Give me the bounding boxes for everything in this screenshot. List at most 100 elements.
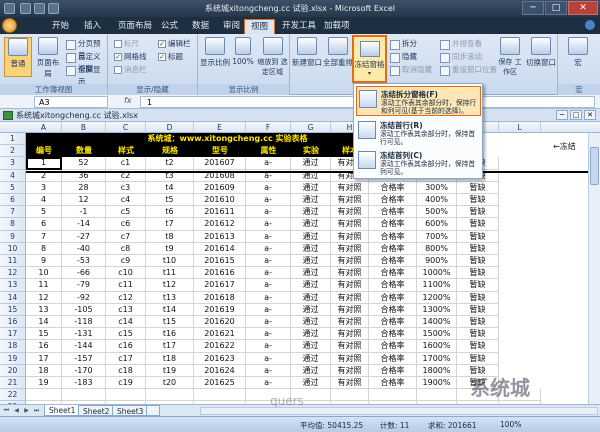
row-header[interactable]: 14 (0, 291, 26, 304)
table-cell[interactable]: 201616 (194, 267, 246, 280)
table-cell[interactable]: 暂缺 (457, 340, 499, 353)
table-cell[interactable]: t20 (146, 377, 194, 390)
table-cell[interactable]: 合格率 (369, 206, 417, 219)
table-cell[interactable]: -79 (62, 279, 106, 292)
table-cell[interactable]: 1900% (417, 377, 457, 390)
table-cell[interactable]: 有对照 (331, 218, 369, 231)
row-header[interactable]: 6 (0, 194, 26, 207)
table-cell[interactable]: 合格率 (369, 291, 417, 304)
office-button[interactable] (2, 18, 17, 33)
table-cell[interactable]: a- (246, 279, 291, 292)
table-cell[interactable]: 暂缺 (457, 291, 499, 304)
table-cell[interactable]: a- (246, 230, 291, 243)
table-cell[interactable]: 7 (26, 230, 62, 243)
freeze-panes-button[interactable]: 冻结窗格 ▾ (352, 35, 387, 83)
table-cell[interactable]: a- (246, 352, 291, 365)
table-cell[interactable]: 通过 (291, 194, 331, 207)
table-cell[interactable]: c1 (106, 157, 146, 170)
vertical-scrollbar[interactable] (588, 133, 600, 404)
table-cell[interactable]: -40 (62, 242, 106, 255)
table-cell[interactable]: 28 (62, 181, 106, 194)
table-cell[interactable]: c7 (106, 230, 146, 243)
reset-window-position-button[interactable]: 重设窗口位置 (440, 64, 497, 76)
redo-icon[interactable] (48, 3, 59, 14)
menu-freeze-panes[interactable]: 冻结拆分窗格(F) 滚动工作表其余部分时，保持行和列可见(基于当前的选择)。 (356, 86, 481, 116)
table-cell[interactable]: a- (246, 340, 291, 353)
table-cell[interactable]: 201618 (194, 291, 246, 304)
table-cell[interactable]: a- (246, 157, 291, 170)
table-cell[interactable]: 通过 (291, 255, 331, 268)
menu-freeze-top-row[interactable]: 冻结首行(R) 滚动工作表其余部分时，保持首行可见。 (356, 118, 481, 148)
table-cell[interactable]: 201612 (194, 218, 246, 231)
table-cell[interactable]: 201610 (194, 194, 246, 207)
empty-cell[interactable] (331, 389, 369, 402)
formula-bar-checkbox[interactable]: ✓ 编辑栏 (158, 38, 191, 49)
table-cell[interactable]: 有对照 (331, 194, 369, 207)
table-cell[interactable]: 合格率 (369, 328, 417, 341)
table-cell[interactable]: 通过 (291, 340, 331, 353)
empty-cell[interactable] (62, 389, 106, 402)
table-cell[interactable]: 通过 (291, 230, 331, 243)
table-cell[interactable]: t7 (146, 218, 194, 231)
minimize-button[interactable]: ─ (522, 1, 544, 15)
table-cell[interactable]: 合格率 (369, 340, 417, 353)
header-cell[interactable]: 数量 (62, 145, 106, 157)
column-header[interactable]: L (499, 122, 541, 133)
table-cell[interactable]: 暂缺 (457, 328, 499, 341)
column-header[interactable]: A (26, 122, 62, 133)
table-cell[interactable]: 800% (417, 242, 457, 255)
table-cell[interactable]: c17 (106, 352, 146, 365)
table-cell[interactable]: -144 (62, 340, 106, 353)
next-sheet-icon[interactable]: ▶ (22, 406, 31, 415)
row-header[interactable]: 3 (0, 157, 26, 170)
header-cell[interactable]: 编号 (26, 145, 62, 157)
table-cell[interactable]: -27 (62, 230, 106, 243)
table-cell[interactable]: 201614 (194, 242, 246, 255)
table-cell[interactable]: 通过 (291, 157, 331, 170)
table-cell[interactable]: c12 (106, 291, 146, 304)
table-cell[interactable]: 400% (417, 194, 457, 207)
table-cell[interactable]: c6 (106, 218, 146, 231)
prev-sheet-icon[interactable]: ◀ (12, 406, 21, 415)
table-cell[interactable]: 暂缺 (457, 194, 499, 207)
tab-data[interactable]: 数据 (186, 19, 215, 34)
empty-cell[interactable] (26, 389, 62, 402)
row-header[interactable]: 22 (0, 389, 26, 402)
table-cell[interactable]: 合格率 (369, 218, 417, 231)
table-cell[interactable]: 合格率 (369, 255, 417, 268)
table-cell[interactable]: 有对照 (331, 303, 369, 316)
full-screen-button[interactable]: 全屏显示 (66, 64, 107, 86)
table-cell[interactable]: 201613 (194, 230, 246, 243)
table-cell[interactable]: 1400% (417, 316, 457, 329)
table-cell[interactable]: 通过 (291, 291, 331, 304)
table-cell[interactable]: 合格率 (369, 316, 417, 329)
empty-cell[interactable] (417, 389, 457, 402)
column-header[interactable]: D (146, 122, 194, 133)
table-cell[interactable]: 52 (62, 157, 106, 170)
table-cell[interactable]: 有对照 (331, 291, 369, 304)
table-cell[interactable]: 201624 (194, 364, 246, 377)
table-cell[interactable]: a- (246, 194, 291, 207)
table-cell[interactable]: 201625 (194, 377, 246, 390)
column-header[interactable]: E (194, 122, 246, 133)
page-break-preview-button[interactable]: 分页预览 (66, 38, 107, 60)
restore-button[interactable]: □ (545, 1, 567, 15)
table-cell[interactable]: 201619 (194, 303, 246, 316)
view-side-by-side-button[interactable]: 并排查看 (440, 38, 482, 50)
table-cell[interactable]: t17 (146, 340, 194, 353)
table-cell[interactable]: -118 (62, 316, 106, 329)
table-cell[interactable]: 9 (26, 255, 62, 268)
empty-cell[interactable] (369, 389, 417, 402)
table-cell[interactable]: -66 (62, 267, 106, 280)
header-cell[interactable]: 实验 (291, 145, 331, 157)
table-cell[interactable]: -92 (62, 291, 106, 304)
table-cell[interactable]: 暂缺 (457, 303, 499, 316)
table-cell[interactable]: a- (246, 291, 291, 304)
table-cell[interactable]: t15 (146, 316, 194, 329)
table-cell[interactable]: 900% (417, 255, 457, 268)
column-header[interactable]: G (291, 122, 331, 133)
table-cell[interactable]: 有对照 (331, 352, 369, 365)
table-cell[interactable]: 17 (26, 352, 62, 365)
table-cell[interactable]: 合格率 (369, 377, 417, 390)
table-cell[interactable]: 通过 (291, 328, 331, 341)
